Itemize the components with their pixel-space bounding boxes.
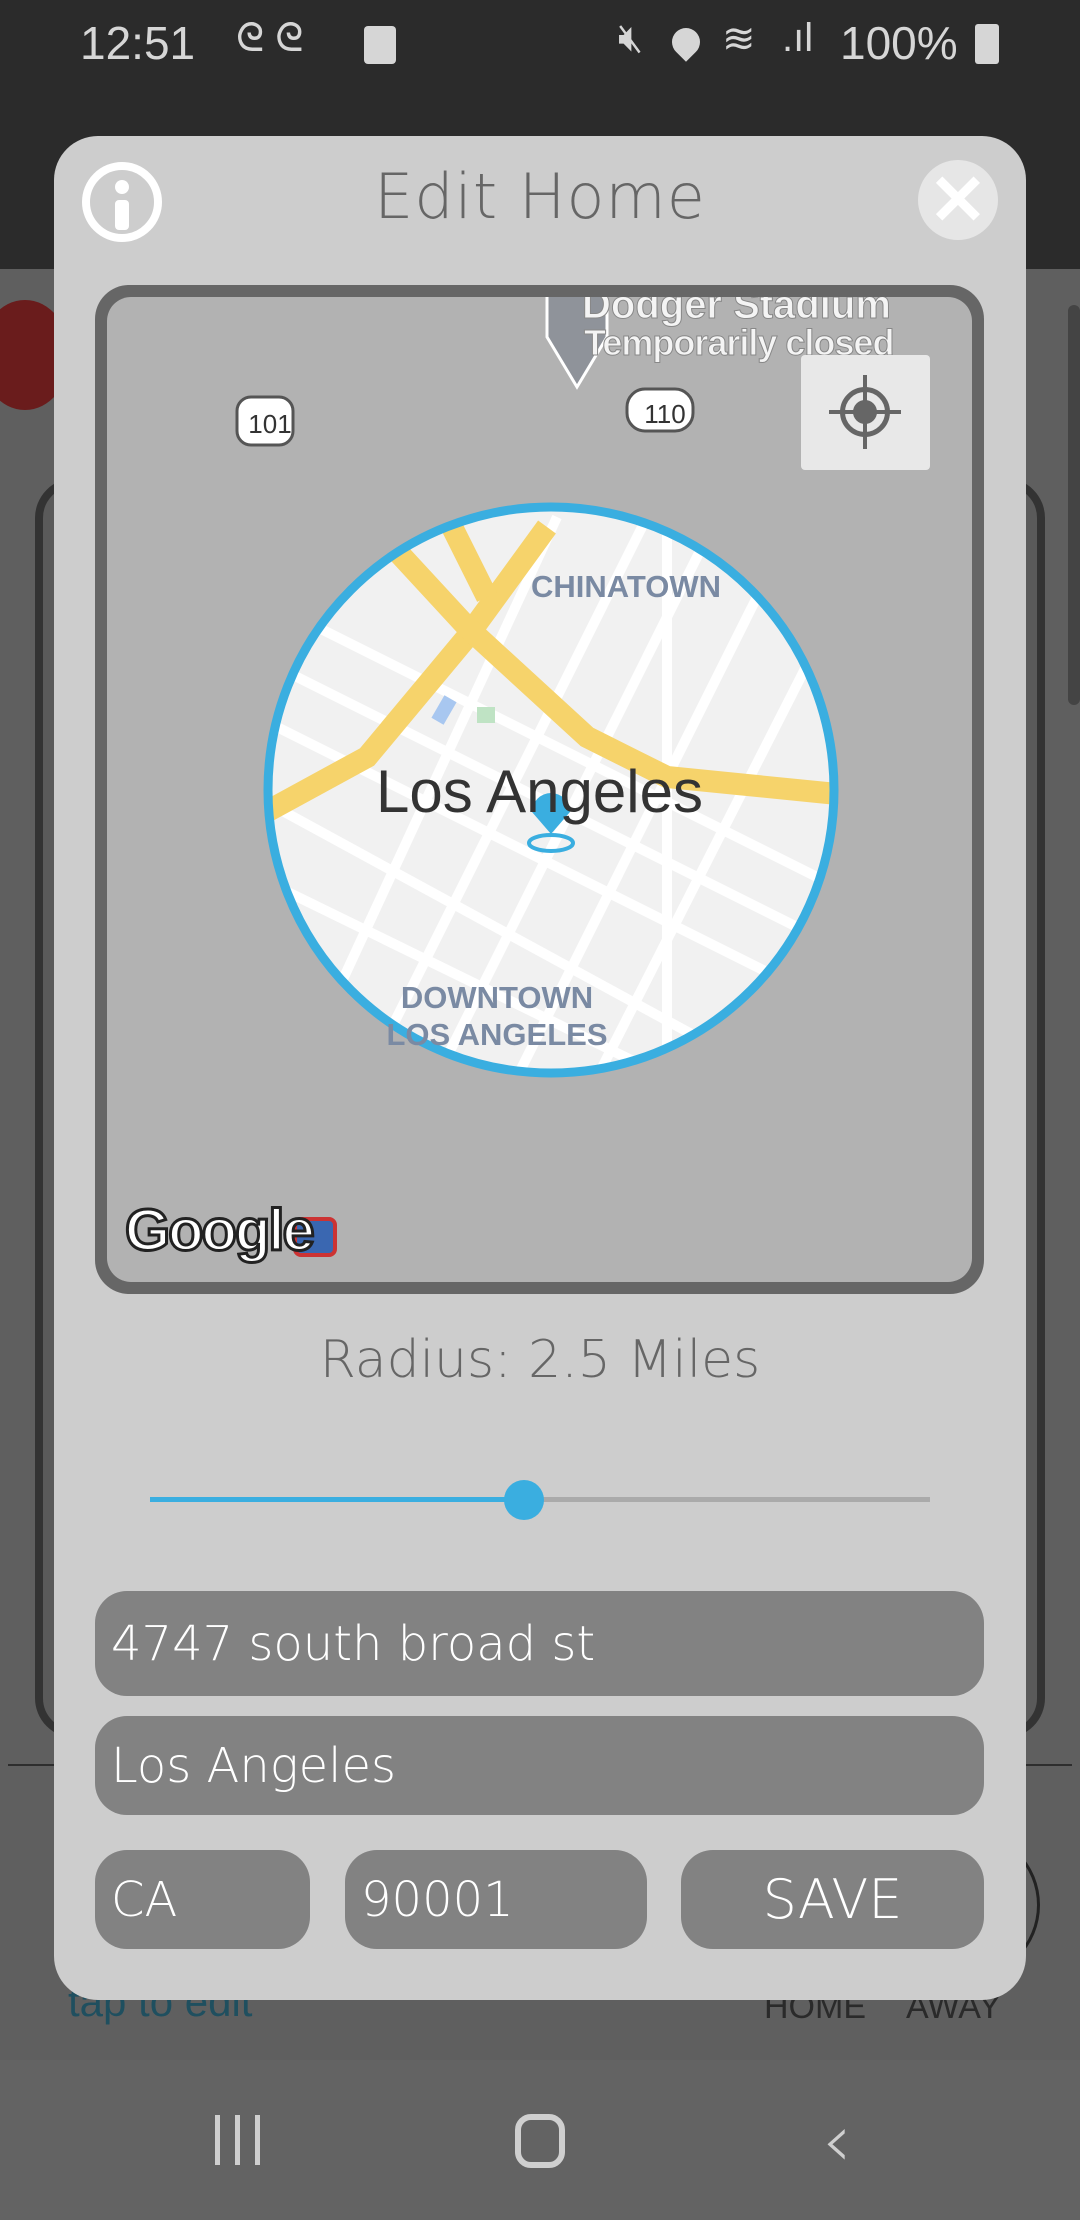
radius-slider-fill — [150, 1497, 525, 1502]
route-110-label: 110 — [644, 399, 686, 429]
map-view[interactable]: Dodger Stadium Temporarily closed 101 11… — [95, 285, 984, 1294]
google-logo: Google — [124, 1197, 317, 1265]
status-time: 12:51 — [80, 17, 196, 69]
city-label: Los Angeles — [376, 758, 703, 825]
signal-icon: .ıl — [782, 16, 814, 60]
battery-icon — [975, 24, 999, 64]
downtown-label-2: LOS ANGELES — [386, 1017, 608, 1052]
home-icon[interactable] — [515, 2114, 565, 2168]
my-location-button[interactable] — [801, 355, 930, 470]
wifi-icon: ≋ — [722, 17, 756, 61]
back-icon[interactable]: ‹ — [822, 2098, 852, 2184]
street-input[interactable] — [95, 1591, 984, 1696]
close-icon[interactable]: ✕ — [918, 160, 998, 240]
recents-icon[interactable] — [213, 2115, 263, 2165]
save-button[interactable]: SAVE — [681, 1850, 984, 1949]
city-input[interactable] — [95, 1716, 984, 1815]
downtown-label: DOWNTOWN — [400, 980, 594, 1015]
battery-text: 100% — [840, 17, 958, 69]
info-icon[interactable] — [82, 162, 162, 242]
radius-label: Radius: 2.5 Miles — [319, 1330, 761, 1390]
route-101-label: 101 — [248, 409, 292, 439]
notification-swirl-icon: ᘓ ᘓ — [236, 16, 304, 60]
zip-input[interactable] — [345, 1850, 647, 1949]
state-input[interactable] — [95, 1850, 310, 1949]
mute-icon: 🔇︎ — [618, 16, 644, 60]
clock-app-icon — [364, 26, 396, 64]
chinatown-label: CHINATOWN — [531, 569, 721, 604]
scrollbar[interactable] — [1068, 305, 1080, 705]
